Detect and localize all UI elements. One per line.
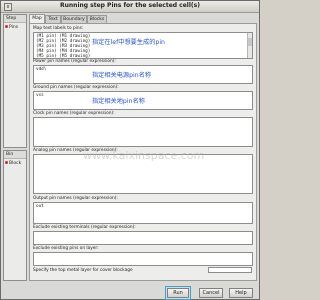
- bin-item-label: Block: [9, 161, 22, 166]
- annotation-ground: 指定相关地pin名称: [92, 98, 145, 105]
- output-pin-field: Output pin names (regular expression): o…: [33, 196, 253, 224]
- clock-pin-textarea[interactable]: [33, 117, 253, 147]
- cancel-button[interactable]: Cancel: [199, 288, 223, 298]
- top-layer-input[interactable]: [208, 267, 252, 273]
- bin-panel: Bin Block: [3, 150, 27, 281]
- exclude-terminals-field: Exclude existing terminals (regular expr…: [33, 225, 253, 245]
- power-pin-field: Power pin names (regular expression): vd…: [33, 59, 253, 84]
- specify-top-layer-label: Specify the top metal layer for cover bl…: [33, 268, 133, 273]
- annotation-power: 指定相关电源pin名称: [92, 72, 152, 79]
- clock-pin-field: Clock pin names (regular expression):: [33, 111, 253, 147]
- ground-pin-textarea[interactable]: vss 指定相关地pin名称: [33, 91, 253, 110]
- tab-blocks[interactable]: Blocks: [87, 15, 107, 23]
- exclude-layer-field: Exclude existing pins on layer:: [33, 246, 253, 266]
- scrollbar-thumb[interactable]: [248, 38, 252, 46]
- bin-item-block[interactable]: Block: [4, 159, 26, 168]
- watermark: www.kaixinspace.com: [83, 149, 205, 162]
- help-button[interactable]: Help: [229, 288, 253, 298]
- step-panel: Step Pins: [3, 14, 27, 148]
- tab-text[interactable]: Text: [45, 15, 61, 23]
- step-item-pins[interactable]: Pins: [4, 23, 26, 32]
- exclude-terminals-textarea[interactable]: [33, 231, 253, 245]
- map-text-field: Map text labels to pins: (M1 pin) (M1 dr…: [33, 26, 253, 59]
- power-pin-textarea[interactable]: vdd\ 指定相关电源pin名称: [33, 65, 253, 84]
- exclude-layer-value: [36, 254, 250, 259]
- title-bar[interactable]: x Running step Pins for the selected cel…: [1, 1, 259, 13]
- exclude-terminals-value: [36, 233, 250, 238]
- exclude-layer-textarea[interactable]: [33, 252, 253, 266]
- dialog-window: x Running step Pins for the selected cel…: [0, 0, 260, 300]
- bin-header: Bin: [4, 151, 26, 159]
- output-pin-textarea[interactable]: out: [33, 202, 253, 224]
- window-title: Running step Pins for the selected cell(…: [60, 2, 200, 9]
- ground-pin-field: Ground pin names (regular expression): v…: [33, 85, 253, 110]
- annotation-map-text: 指定在lef中想要生成的pin: [92, 39, 165, 46]
- step-header: Step: [4, 15, 26, 23]
- scrollbar[interactable]: [247, 33, 252, 58]
- left-sidebar: Step Pins Bin Block: [3, 14, 27, 281]
- map-text-textarea[interactable]: (M1 pin) (M1 drawing) (M2 pin) (M2 drawi…: [33, 32, 253, 59]
- status-dot-icon: [5, 161, 8, 164]
- clock-pin-value: [36, 119, 250, 124]
- status-dot-icon: [5, 25, 8, 28]
- output-pin-value: out: [36, 204, 44, 209]
- main-panel: Map Text Boundary Blocks Map text labels…: [29, 14, 257, 281]
- tab-map[interactable]: Map: [29, 14, 45, 23]
- run-button[interactable]: Run: [165, 286, 191, 300]
- step-item-label: Pins: [9, 25, 19, 30]
- tab-boundary[interactable]: Boundary: [61, 15, 87, 23]
